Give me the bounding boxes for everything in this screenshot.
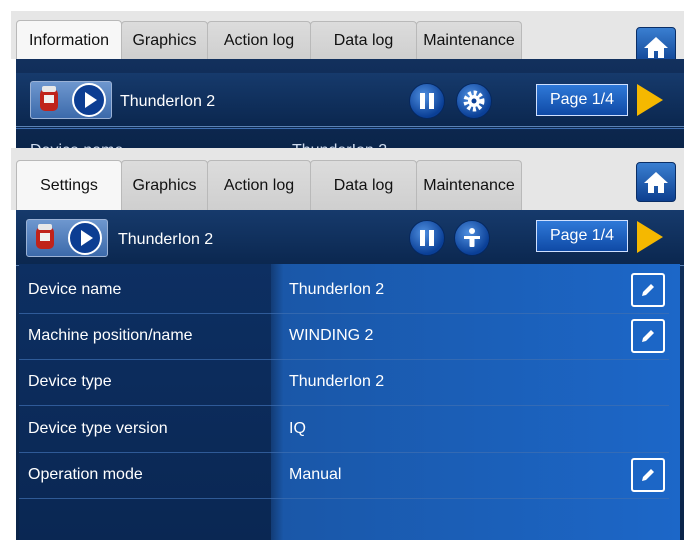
- tab-settings[interactable]: Settings: [16, 160, 122, 210]
- back-settings-button[interactable]: [456, 83, 492, 119]
- play-icon: [68, 221, 102, 255]
- home-button[interactable]: [636, 162, 676, 202]
- row-value: ThunderIon 2: [289, 373, 385, 390]
- tab-label: Action log: [223, 31, 295, 49]
- table-row-device-name: Device name ThunderIon 2: [19, 268, 669, 314]
- row-value: IQ: [289, 420, 306, 437]
- home-icon: [644, 172, 668, 193]
- edit-operation-mode-button[interactable]: [631, 458, 665, 492]
- home-icon: [644, 37, 668, 58]
- tab-label: Information: [28, 31, 110, 49]
- tab-label: Graphics: [132, 31, 197, 49]
- row-separator: [19, 498, 669, 499]
- tab-label: Maintenance: [423, 176, 515, 194]
- next-page-arrow-icon[interactable]: [637, 84, 663, 116]
- gear-icon: [463, 90, 485, 112]
- next-page-arrow-icon[interactable]: [637, 221, 663, 253]
- back-tab-data-log[interactable]: Data log: [310, 21, 417, 59]
- row-value: WINDING 2: [289, 327, 374, 344]
- device-icon: [40, 86, 58, 111]
- tab-label: Settings: [40, 176, 98, 194]
- info-icon: [464, 228, 480, 247]
- back-tab-graphics[interactable]: Graphics: [121, 21, 208, 59]
- row-label: Device type version: [28, 420, 168, 437]
- row-label: Operation mode: [28, 466, 143, 483]
- table-row-operation-mode: Operation mode Manual: [19, 453, 669, 499]
- back-tab-action-log[interactable]: Action log: [207, 21, 311, 59]
- table-row-device-type-version: Device type version IQ: [19, 407, 669, 453]
- edit-pencil-icon: [642, 469, 654, 481]
- back-tab-maintenance[interactable]: Maintenance: [416, 21, 522, 59]
- tab-action-log[interactable]: Action log: [207, 160, 311, 210]
- row-label: Device type: [28, 373, 112, 390]
- pause-icon: [420, 230, 434, 246]
- device-title: ThunderIon 2: [118, 231, 214, 248]
- device-icon: [36, 224, 54, 249]
- row-label: Machine position/name: [28, 327, 193, 344]
- tab-graphics[interactable]: Graphics: [121, 160, 208, 210]
- edit-device-name-button[interactable]: [631, 273, 665, 307]
- back-tab-information[interactable]: Information: [16, 20, 122, 60]
- row-value: Manual: [289, 466, 342, 483]
- tab-label: Graphics: [132, 176, 197, 194]
- tab-label: Data log: [333, 176, 394, 194]
- settings-table: Device name ThunderIon 2 Machine positio…: [19, 264, 680, 540]
- back-page-indicator[interactable]: Page 1/4: [536, 84, 628, 116]
- page-indicator[interactable]: Page 1/4: [536, 220, 628, 252]
- pause-icon: [420, 93, 434, 109]
- row-separator: [19, 405, 669, 406]
- device-icon-group[interactable]: [26, 219, 108, 257]
- tab-label: Maintenance: [423, 31, 515, 49]
- back-device-title: ThunderIon 2: [120, 93, 216, 110]
- row-value: ThunderIon 2: [289, 281, 385, 298]
- play-icon: [72, 83, 106, 117]
- info-button[interactable]: [454, 220, 490, 256]
- tab-data-log[interactable]: Data log: [310, 160, 417, 210]
- tab-label: Data log: [333, 31, 394, 49]
- back-device-icon-group[interactable]: [30, 81, 112, 119]
- table-row-device-type: Device type ThunderIon 2: [19, 360, 669, 406]
- edit-machine-position-button[interactable]: [631, 319, 665, 353]
- back-pause-button[interactable]: [409, 83, 445, 119]
- tab-label: Action log: [223, 176, 295, 194]
- pause-button[interactable]: [409, 220, 445, 256]
- table-row-machine-position: Machine position/name WINDING 2: [19, 314, 669, 360]
- row-label: Device name: [28, 281, 122, 298]
- edit-pencil-icon: [642, 284, 654, 296]
- edit-pencil-icon: [642, 330, 654, 342]
- back-panel: Information Graphics Action log Data log…: [11, 11, 684, 151]
- tab-maintenance[interactable]: Maintenance: [416, 160, 522, 210]
